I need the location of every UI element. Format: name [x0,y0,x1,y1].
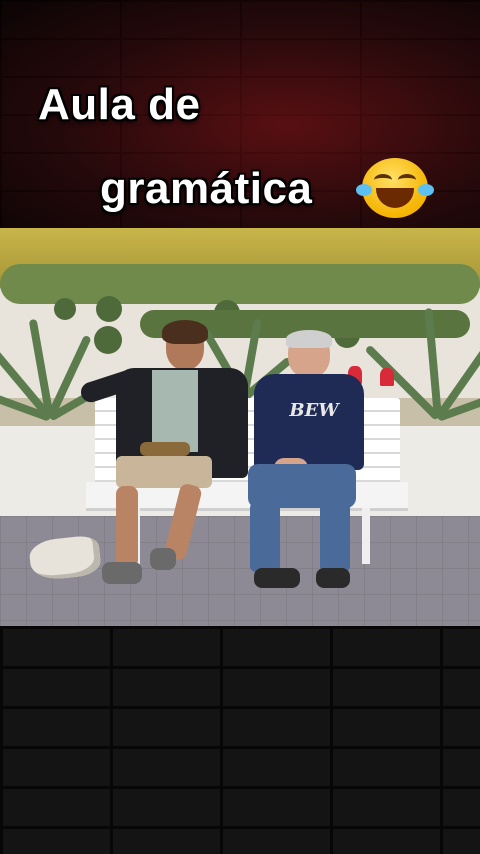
caption-line-1: Aula de [38,80,201,129]
older-man: BEW [244,330,374,592]
video-frame[interactable]: BEW [0,228,480,626]
hedge [0,264,480,304]
young-man [78,320,270,594]
top-brick-banner: Aula de gramática [0,0,480,228]
topiary-ball [54,298,76,320]
tears-of-joy-emoji-icon [356,158,434,218]
bottom-brick-banner [0,626,480,854]
caption-line-2: gramática [100,164,313,213]
sweater-print: BEW [289,400,339,421]
